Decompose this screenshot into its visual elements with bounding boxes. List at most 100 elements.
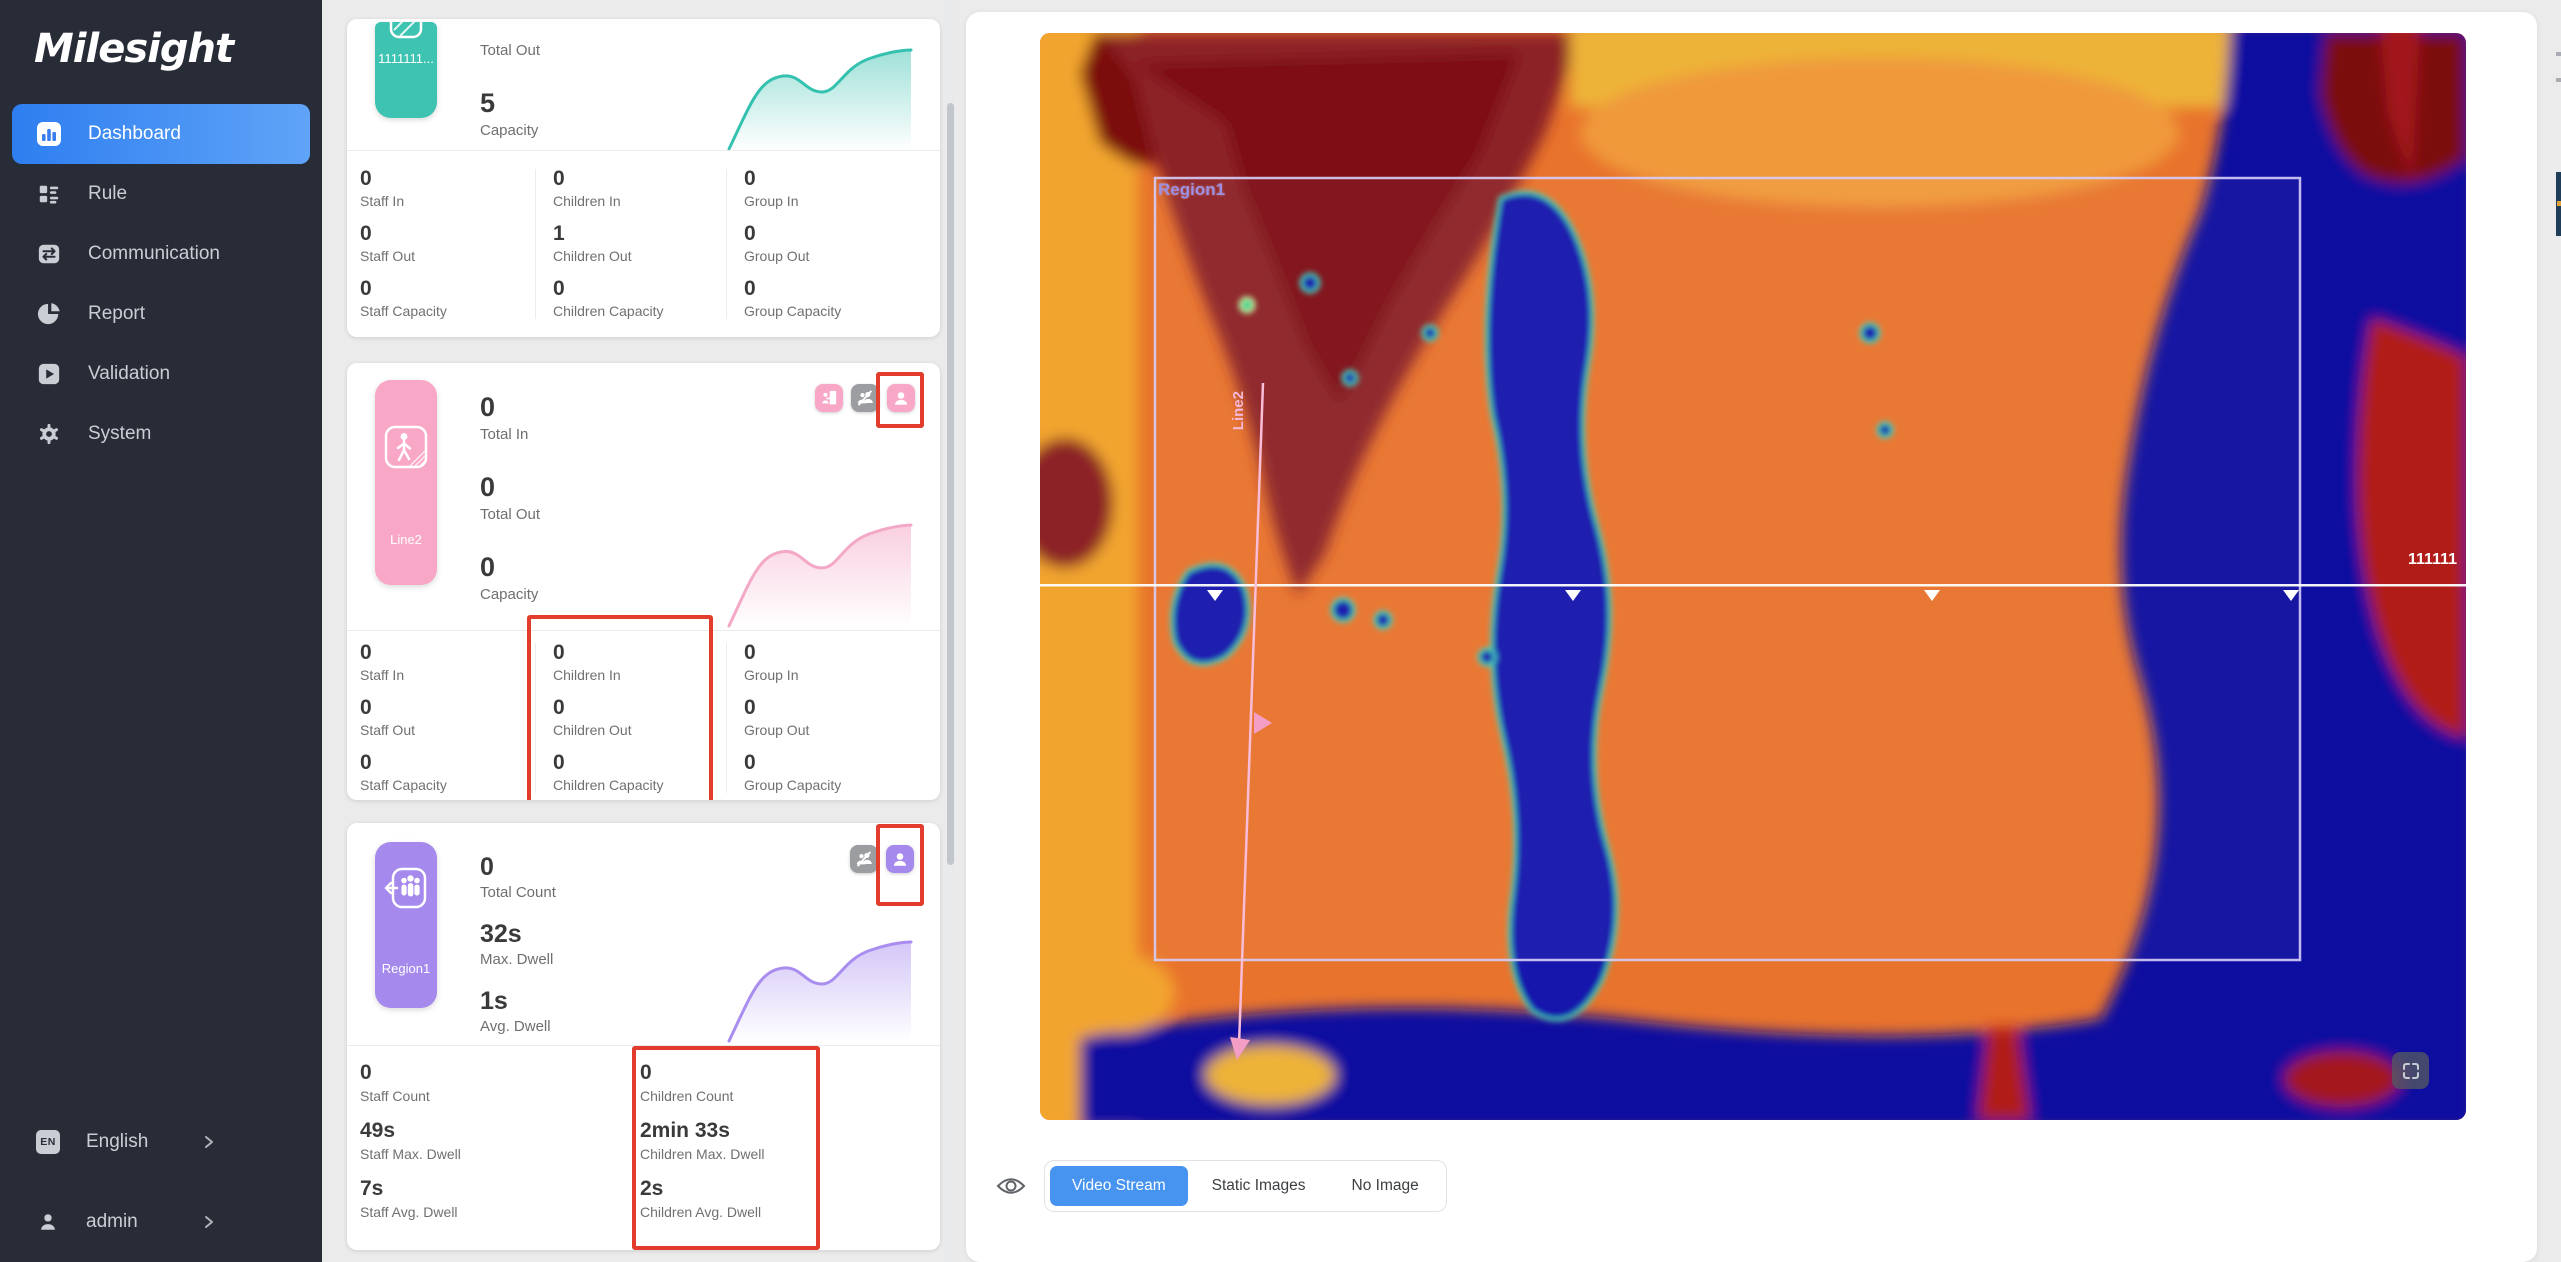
- stat-label: Staff Out: [360, 247, 545, 265]
- fullscreen-button[interactable]: [2392, 1052, 2429, 1089]
- stat-label: Staff Max. Dwell: [360, 1145, 545, 1164]
- sidebar-menu: Dashboard Rule Communication Report: [12, 104, 310, 464]
- sidebar-item-label: Dashboard: [88, 123, 181, 145]
- eye-icon[interactable]: [996, 1175, 1026, 1197]
- validation-icon: [36, 361, 62, 387]
- sidebar-item-report[interactable]: Report: [12, 284, 310, 344]
- no-group-icon[interactable]: [851, 384, 879, 412]
- rule-overlays: [1040, 33, 2466, 1120]
- user-label: admin: [86, 1211, 138, 1233]
- no-group-icon[interactable]: [850, 845, 878, 873]
- badge-label: Region1: [382, 961, 430, 976]
- headline-label: Total Count: [480, 883, 556, 903]
- person-icon[interactable]: [887, 384, 915, 412]
- scroll-marker: [2556, 78, 2561, 82]
- headline-value: 32s: [480, 919, 556, 950]
- language-selector[interactable]: EN English: [12, 1112, 310, 1172]
- page-scrollbar[interactable]: [2555, 0, 2561, 1262]
- stat-label: Staff Avg. Dwell: [360, 1203, 545, 1222]
- user-menu[interactable]: admin: [12, 1192, 310, 1252]
- headline-value: 5: [480, 86, 540, 120]
- scroll-marker: [2557, 201, 2561, 206]
- sidebar-item-communication[interactable]: Communication: [12, 224, 310, 284]
- region-people-icon: [384, 866, 428, 915]
- stat-label: Children Max. Dwell: [640, 1145, 825, 1164]
- trend-chart: [725, 518, 913, 628]
- stat-value: 0: [744, 639, 929, 666]
- sidebar-item-label: System: [88, 423, 151, 445]
- cards-scrollbar[interactable]: [946, 0, 955, 1262]
- headline-label: Avg. Dwell: [480, 1017, 556, 1037]
- stat-value: 0: [553, 165, 738, 192]
- stat-value: 0: [744, 165, 929, 192]
- mode-static-images[interactable]: Static Images: [1190, 1166, 1328, 1206]
- person-icon[interactable]: [886, 845, 914, 873]
- sidebar-item-dashboard[interactable]: Dashboard: [12, 104, 310, 164]
- sidebar: Milesight Dashboard Rule Communication: [0, 0, 322, 1262]
- stat-label: Group Capacity: [744, 776, 929, 794]
- sidebar-item-label: Rule: [88, 183, 127, 205]
- headline-value: 0: [480, 470, 540, 504]
- counter-card-1111111: 1111111... Total Out 5 Capacity 0Staff I…: [347, 19, 940, 337]
- card-toggle-icons: [850, 845, 914, 873]
- scrollbar-thumb[interactable]: [947, 103, 954, 865]
- stat-label: Group Capacity: [744, 302, 929, 320]
- headline-stats: 0 Total Count 32s Max. Dwell 1s Avg. Dwe…: [480, 852, 556, 1053]
- stat-label: Group Out: [744, 247, 929, 265]
- badge-label: 1111111...: [378, 51, 434, 66]
- mode-no-image[interactable]: No Image: [1330, 1166, 1441, 1206]
- stat-value: 0: [640, 1059, 825, 1087]
- sidebar-item-system[interactable]: System: [12, 404, 310, 464]
- stat-value: 0: [553, 275, 738, 302]
- sidebar-item-validation[interactable]: Validation: [12, 344, 310, 404]
- stat-label: Children Out: [553, 247, 738, 265]
- communication-icon: [36, 241, 62, 267]
- sidebar-item-label: Validation: [88, 363, 170, 385]
- mode-video-stream[interactable]: Video Stream: [1050, 1166, 1188, 1206]
- trend-chart: [725, 935, 913, 1043]
- stat-label: Staff Count: [360, 1087, 545, 1106]
- sidebar-item-label: Report: [88, 303, 145, 325]
- brand-logo: Milesight: [34, 26, 233, 72]
- thermal-view: Region1 Line2 111111: [1040, 33, 2466, 1120]
- divider: [347, 150, 940, 151]
- sidebar-item-label: Communication: [88, 243, 220, 265]
- language-label: English: [86, 1131, 148, 1153]
- headline-value: 0: [480, 390, 540, 424]
- app-root: Milesight Dashboard Rule Communication: [0, 0, 2561, 1262]
- stat-value: 7s: [360, 1175, 545, 1203]
- card-toggle-icons: [815, 384, 915, 412]
- stat-value: 0: [360, 1059, 545, 1087]
- entrance-icon[interactable]: [815, 384, 843, 412]
- system-icon: [36, 421, 62, 447]
- headline-stats: 0 Total In 0 Total Out 0 Capacity: [480, 390, 540, 630]
- stat-value: 0: [360, 749, 545, 776]
- display-mode-switch: Video Stream Static Images No Image: [1044, 1160, 1447, 1212]
- trend-chart: [725, 43, 913, 151]
- counter-card-region1: Region1 0 Total Count 32s Max. Dwell 1s …: [347, 823, 940, 1250]
- stat-label: Children Count: [640, 1087, 825, 1106]
- stat-value: 49s: [360, 1117, 545, 1145]
- view-controls: Video Stream Static Images No Image: [996, 1160, 1447, 1212]
- user-icon: [36, 1209, 60, 1235]
- dashboard-icon: [36, 121, 62, 147]
- headline-label: Max. Dwell: [480, 950, 556, 970]
- stat-label: Staff Out: [360, 721, 545, 739]
- stat-value: 0: [553, 749, 738, 776]
- divider: [347, 630, 940, 631]
- badge-label: Line2: [390, 532, 422, 547]
- stat-label: Children Out: [553, 721, 738, 739]
- stat-label: Staff Capacity: [360, 776, 545, 794]
- line-crossing-icon: [384, 425, 428, 474]
- headline-label: Capacity: [480, 120, 540, 141]
- rule-badge: 1111111...: [375, 22, 437, 118]
- counter-card-line2: Line2 0 Total In 0 Total Out 0 Capacity: [347, 363, 940, 800]
- stat-label: Children Capacity: [553, 302, 738, 320]
- stat-label: Children In: [553, 192, 738, 210]
- headline-value: 0: [480, 550, 540, 584]
- sidebar-item-rule[interactable]: Rule: [12, 164, 310, 224]
- headline-label: Total Out: [480, 504, 540, 525]
- stat-label: Staff Capacity: [360, 302, 545, 320]
- stat-value: 0: [744, 694, 929, 721]
- chevron-right-icon: [204, 1215, 214, 1229]
